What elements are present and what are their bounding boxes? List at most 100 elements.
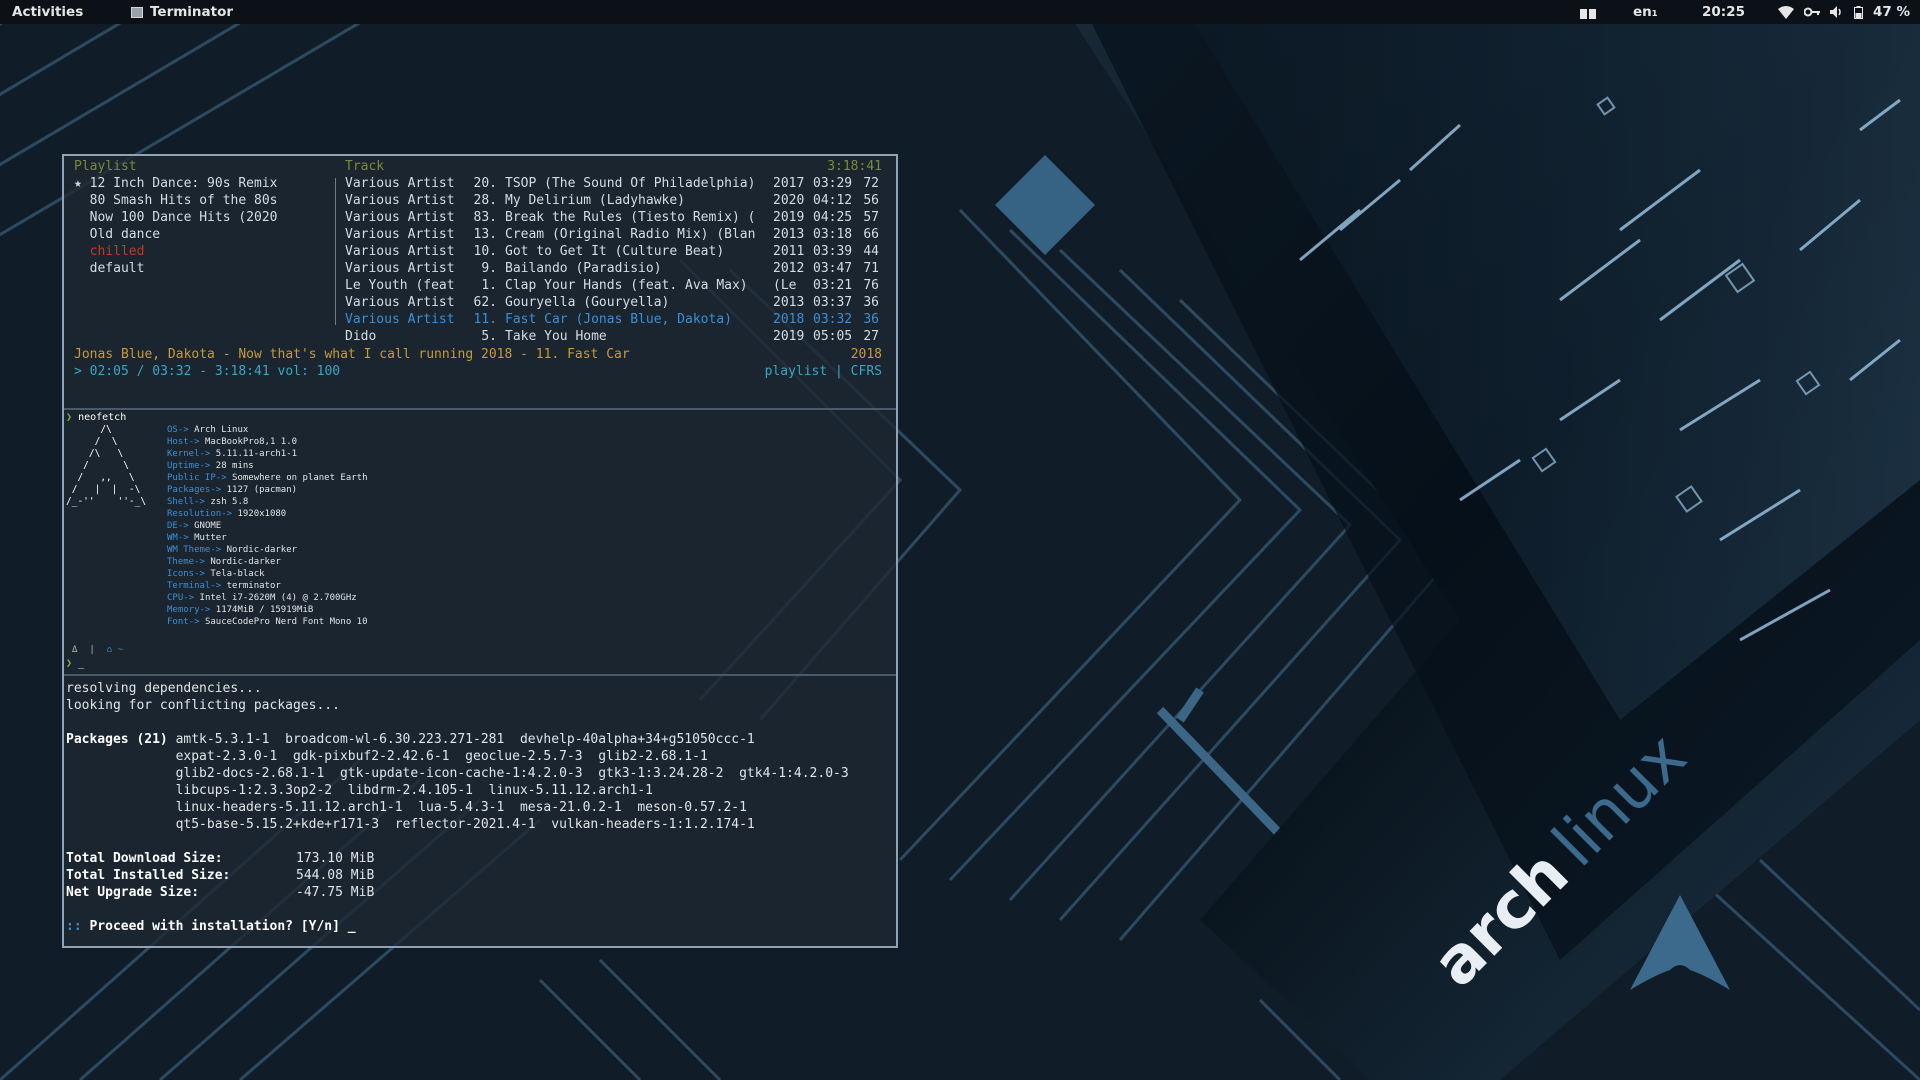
track-artist: Various Artist [345, 227, 455, 242]
size-label: Total Download Size: [66, 851, 223, 866]
battery-percentage: 47 % [1873, 4, 1911, 20]
playlist-item[interactable]: Old dance [74, 226, 278, 243]
track-row[interactable]: Various Artist 28. My Delirium (Ladyhawke)… [345, 192, 879, 209]
track-row[interactable]: Various Artist 20. TSOP (The Sound Of Phil… [345, 175, 879, 192]
info-value: GNOME [194, 521, 222, 531]
info-value: Nordic-darker [210, 557, 281, 567]
package-line: qt5-base-5.15.2+kde+r171-3 reflector-202… [66, 816, 849, 833]
track-row[interactable]: Various Artist 11. Fast Car (Jonas Blue, D… [345, 311, 879, 328]
neofetch-pane[interactable]: ❯ neofetch /\ / \ /\ \ / \ / ,, \ / | | … [64, 408, 896, 674]
install-prompt[interactable]: :: Proceed with installation? [Y/n] _ [66, 918, 849, 935]
package-names: libcups-1:2.3.3op2-2 libdrm-2.4.105-1 li… [175, 783, 654, 798]
wifi-icon[interactable] [1778, 5, 1794, 19]
playlist-header: Playlist [74, 159, 137, 174]
size-value: -47.75 MiB [296, 885, 375, 900]
track-row[interactable]: Various Artist 13. Cream (Original Radio M… [345, 226, 879, 243]
keyboard-layout-indicator[interactable]: en₁ [1633, 4, 1658, 20]
prompt-text: Proceed with installation? [Y/n] _ [89, 919, 356, 934]
track-duration: 03:47 [813, 261, 853, 276]
size-value: 544.08 MiB [296, 868, 375, 883]
track-title: My Delirium (Ladyhawke) [505, 193, 686, 208]
track-header: Track [345, 159, 385, 174]
prompt-arrow: ❯ [66, 658, 73, 669]
clock[interactable]: 20:25 [1702, 4, 1745, 20]
info-key: Public IP [167, 473, 216, 483]
system-tray[interactable]: 47 % [1778, 4, 1910, 20]
track-row[interactable]: Various Artist 83. Break the Rules (Tiesto… [345, 209, 879, 226]
track-number: 62. [473, 295, 497, 310]
info-separator: -> [177, 425, 189, 435]
terminator-window[interactable]: Playlist Track 3:18:41 ★ 12 Inch Dance: … [62, 154, 898, 948]
terminal-icon [131, 6, 143, 18]
system-info-row: Theme-> Nordic-darker [167, 556, 368, 568]
track-year: 2020 [773, 193, 805, 208]
info-key: Terminal [167, 581, 211, 591]
info-value: zsh 5.8 [210, 497, 249, 507]
track-artist: Dido [345, 329, 377, 344]
key-icon[interactable] [1804, 7, 1820, 17]
track-play-count: 57 [863, 210, 879, 225]
playback-mode: playlist | CFRS [764, 364, 882, 379]
track-artist: Various Artist [345, 210, 455, 225]
track-year: 2011 [773, 244, 805, 259]
output-line: looking for conflicting packages... [66, 698, 340, 713]
track-play-count: 66 [863, 227, 879, 242]
info-value: 28 mins [215, 461, 254, 471]
info-value: Somewhere on planet Earth [232, 473, 368, 483]
system-info-row: Resolution-> 1920x1080 [167, 508, 368, 520]
playlist-item[interactable]: Now 100 Dance Hits (2020 [74, 209, 278, 226]
app-menu[interactable]: Terminator [131, 4, 233, 20]
info-separator: -> [199, 605, 211, 615]
playlist-item[interactable]: ★ 12 Inch Dance: 90s Remix [74, 175, 278, 192]
workspace-icon[interactable] [1580, 7, 1596, 23]
track-artist: Various Artist [345, 176, 455, 191]
info-separator: -> [215, 473, 227, 483]
prompt-separator: | [89, 645, 95, 655]
system-info-row: WM Theme-> Nordic-darker [167, 544, 368, 556]
size-line: Total Installed Size: 544.08 MiB [66, 867, 849, 884]
info-key: Theme [167, 557, 195, 567]
track-number: 5. [481, 329, 497, 344]
battery-icon[interactable] [1854, 5, 1863, 19]
pacman-output: resolving dependencies... looking for con… [66, 680, 849, 935]
info-value: Tela-black [210, 569, 265, 579]
shell-input-line[interactable]: ❯ _ [66, 658, 84, 670]
info-value: MacBookPro8,1 1.0 [204, 437, 298, 447]
track-row[interactable]: Dido 5. Take You Home 2019 05:05 27 [345, 328, 879, 345]
volume-icon[interactable] [1830, 6, 1844, 18]
playlist-item[interactable]: chilled [74, 243, 278, 260]
playlist-item[interactable]: 80 Smash Hits of the 80s [74, 192, 278, 209]
info-value: Mutter [194, 533, 227, 543]
info-key: WM [167, 533, 178, 543]
info-separator: -> [183, 593, 195, 603]
track-row[interactable]: Various Artist 62. Gouryella (Gouryella) 20… [345, 294, 879, 311]
track-duration: 05:05 [813, 329, 853, 344]
package-names: amtk-5.3.1-1 broadcom-wl-6.30.223.271-28… [175, 732, 755, 747]
package-line: expat-2.3.0-1 gdk-pixbuf2-2.42.6-1 geocl… [66, 748, 849, 765]
activities-button[interactable]: Activities [12, 4, 83, 20]
output-line: resolving dependencies... [66, 681, 262, 696]
package-names: linux-headers-5.11.12.arch1-1 lua-5.4.3-… [175, 800, 747, 815]
playlist-item[interactable]: default [74, 260, 278, 277]
track-row[interactable]: Various Artist 9. Bailando (Paradisio) 2012… [345, 260, 879, 277]
track-artist: Various Artist [345, 244, 455, 259]
track-row[interactable]: Various Artist 10. Got to Get It (Culture … [345, 243, 879, 260]
track-play-count: 36 [863, 295, 879, 310]
system-info-row: Host-> MacBookPro8,1 1.0 [167, 436, 368, 448]
system-info-row: Kernel-> 5.11.11-arch1-1 [167, 448, 368, 460]
size-value: 173.10 MiB [296, 851, 375, 866]
track-number: 1. [481, 278, 497, 293]
info-separator: -> [194, 557, 205, 567]
track-duration: 03:21 [813, 278, 853, 293]
arch-ascii-logo: /\ / \ /\ \ / \ / ,, \ / | | -\ /_-'' ''… [66, 424, 147, 507]
info-separator: -> [177, 533, 189, 543]
track-play-count: 76 [863, 278, 879, 293]
track-number: 9. [481, 261, 497, 276]
music-player-pane[interactable]: Playlist Track 3:18:41 ★ 12 Inch Dance: … [64, 156, 896, 406]
system-info-row: Memory-> 1174MiB / 15919MiB [167, 604, 368, 616]
track-row[interactable]: Le Youth (feat 1. Clap Your Hands (feat. A… [345, 277, 879, 294]
pacman-pane[interactable]: resolving dependencies... looking for con… [64, 674, 896, 948]
track-number: 28. [473, 193, 497, 208]
